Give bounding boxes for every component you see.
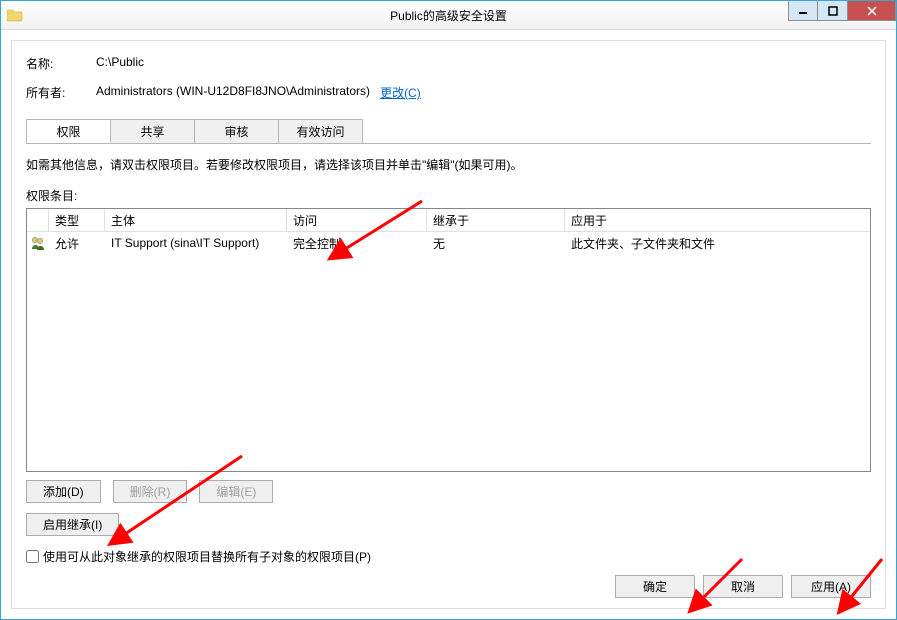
window-title: Public的高级安全设置 <box>1 7 896 24</box>
cancel-button[interactable]: 取消 <box>703 575 783 598</box>
name-row: 名称: C:\Public <box>26 55 871 72</box>
name-label: 名称: <box>26 55 96 72</box>
maximize-button[interactable] <box>818 1 848 21</box>
replace-children-check-input[interactable] <box>26 550 39 563</box>
table-row[interactable]: 允许 IT Support (sina\IT Support) 完全控制 无 此… <box>27 232 870 254</box>
grid-header: 类型 主体 访问 继承于 应用于 <box>27 209 870 232</box>
titlebar[interactable]: Public的高级安全设置 <box>1 1 896 30</box>
replace-children-checkbox[interactable]: 使用可从此对象继承的权限项目替换所有子对象的权限项目(P) <box>26 548 871 565</box>
close-button[interactable] <box>848 1 896 21</box>
minimize-button[interactable] <box>788 1 818 21</box>
owner-label: 所有者: <box>26 84 96 101</box>
col-access[interactable]: 访问 <box>287 209 427 231</box>
tab-audit[interactable]: 审核 <box>194 119 279 143</box>
dialog-footer: 确定 取消 应用(A) <box>26 575 871 598</box>
enable-inherit-button[interactable]: 启用继承(I) <box>26 513 119 536</box>
change-owner-link[interactable]: 更改(C) <box>380 84 421 101</box>
permission-grid[interactable]: 类型 主体 访问 继承于 应用于 <box>26 208 871 472</box>
tab-strip: 权限 共享 审核 有效访问 <box>26 119 871 143</box>
tab-permission[interactable]: 权限 <box>26 119 111 143</box>
users-icon <box>30 235 46 251</box>
folder-icon <box>7 7 23 23</box>
col-icon[interactable] <box>27 209 49 231</box>
security-settings-window: Public的高级安全设置 名称: C:\Public 所有者: Adminis… <box>0 0 897 620</box>
row-type: 允许 <box>49 235 105 252</box>
inherit-button-row: 启用继承(I) <box>26 513 871 536</box>
inner-panel: 名称: C:\Public 所有者: Administrators (WIN-U… <box>11 40 886 609</box>
row-principal: IT Support (sina\IT Support) <box>105 236 287 250</box>
tab-body: 如需其他信息，请双击权限项目。若要修改权限项目，请选择该项目并单击"编辑"(如果… <box>26 144 871 565</box>
replace-children-label: 使用可从此对象继承的权限项目替换所有子对象的权限项目(P) <box>43 548 371 565</box>
hint-text: 如需其他信息，请双击权限项目。若要修改权限项目，请选择该项目并单击"编辑"(如果… <box>26 156 871 175</box>
tab-effective[interactable]: 有效访问 <box>278 119 363 143</box>
add-button[interactable]: 添加(D) <box>26 480 101 503</box>
col-principal[interactable]: 主体 <box>105 209 287 231</box>
row-inherited: 无 <box>427 235 565 252</box>
tab-share[interactable]: 共享 <box>110 119 195 143</box>
list-label: 权限条目: <box>26 187 871 204</box>
owner-row: 所有者: Administrators (WIN-U12D8FI8JNO\Adm… <box>26 84 871 101</box>
grid-button-row: 添加(D) 删除(R) 编辑(E) <box>26 480 871 503</box>
owner-value: Administrators (WIN-U12D8FI8JNO\Administ… <box>96 84 370 101</box>
col-inherited[interactable]: 继承于 <box>427 209 565 231</box>
name-value: C:\Public <box>96 55 144 72</box>
col-applies[interactable]: 应用于 <box>565 209 870 231</box>
content-area: 名称: C:\Public 所有者: Administrators (WIN-U… <box>1 30 896 619</box>
row-access: 完全控制 <box>287 235 427 252</box>
row-icon <box>27 235 49 251</box>
edit-button: 编辑(E) <box>199 480 273 503</box>
remove-button: 删除(R) <box>113 480 188 503</box>
ok-button[interactable]: 确定 <box>615 575 695 598</box>
col-type[interactable]: 类型 <box>49 209 105 231</box>
apply-button[interactable]: 应用(A) <box>791 575 871 598</box>
row-applies: 此文件夹、子文件夹和文件 <box>565 235 870 252</box>
